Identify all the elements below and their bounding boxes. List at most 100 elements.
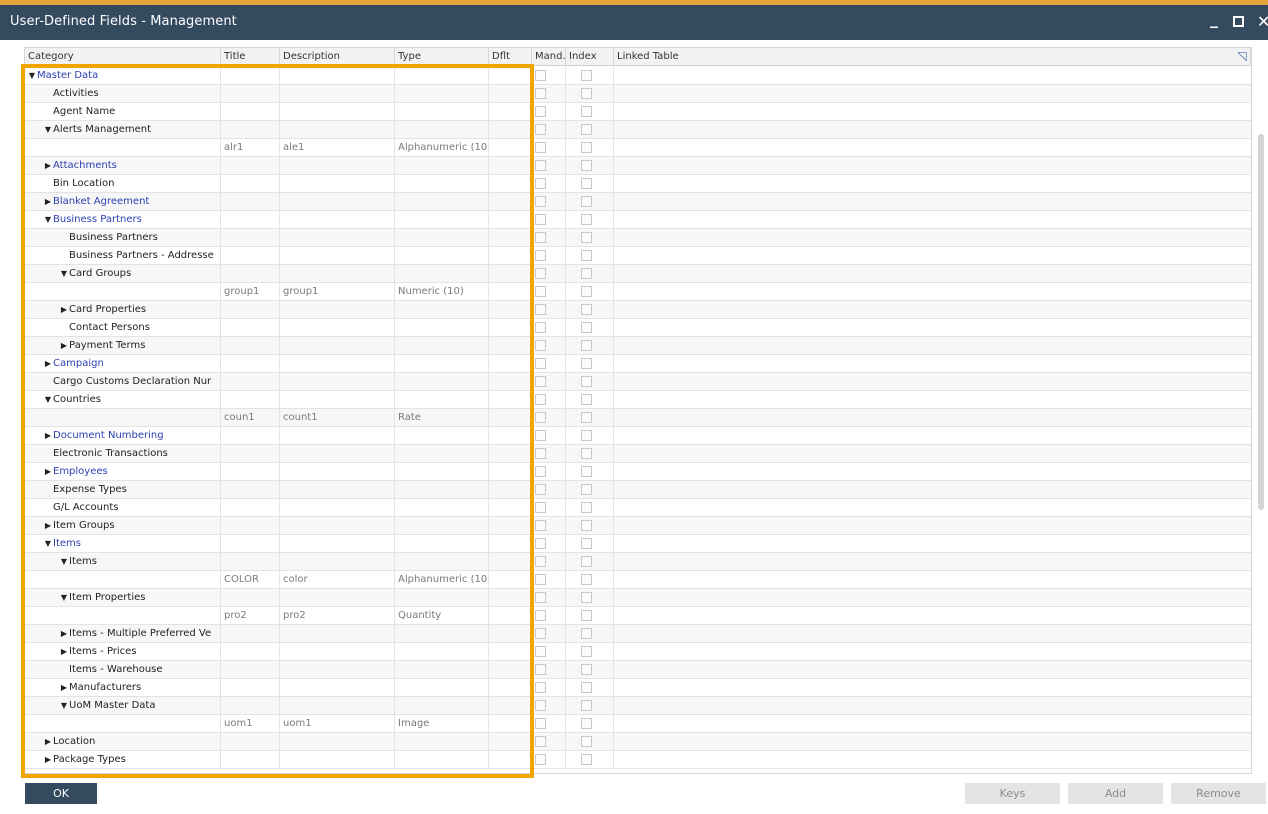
category-cell[interactable]: ▼ Countries [25, 391, 221, 409]
table-row[interactable]: pro2 pro2 Quantity [25, 607, 1251, 625]
index-checkbox[interactable] [581, 106, 592, 117]
mandatory-checkbox[interactable] [535, 286, 546, 297]
category-cell[interactable]: Business Partners - Addresse [25, 247, 221, 265]
table-row[interactable]: ▶ Campaign [25, 355, 1251, 373]
add-button[interactable]: Add [1068, 783, 1163, 804]
triangle-right-icon[interactable]: ▶ [43, 517, 53, 534]
table-row[interactable]: ▼ Countries [25, 391, 1251, 409]
category-cell[interactable]: ▶ Attachments [25, 157, 221, 175]
category-cell[interactable] [25, 571, 221, 589]
table-row[interactable]: ▶ Items - Multiple Preferred Ve [25, 625, 1251, 643]
category-cell[interactable]: ▶ Items - Multiple Preferred Ve [25, 625, 221, 643]
category-cell[interactable]: Electronic Transactions [25, 445, 221, 463]
table-row[interactable]: group1 group1 Numeric (10) [25, 283, 1251, 301]
mandatory-checkbox[interactable] [535, 754, 546, 765]
category-cell[interactable]: Activities [25, 85, 221, 103]
category-cell[interactable]: ▼ Items [25, 535, 221, 553]
triangle-right-icon[interactable]: ▶ [43, 463, 53, 480]
table-row[interactable]: Expense Types [25, 481, 1251, 499]
index-checkbox[interactable] [581, 700, 592, 711]
category-cell[interactable]: ▶ Document Numbering [25, 427, 221, 445]
category-cell[interactable]: ▶ Package Types [25, 751, 221, 769]
mandatory-checkbox[interactable] [535, 178, 546, 189]
mandatory-checkbox[interactable] [535, 196, 546, 207]
category-cell[interactable]: ▶ Campaign [25, 355, 221, 373]
mandatory-checkbox[interactable] [535, 214, 546, 225]
index-checkbox[interactable] [581, 736, 592, 747]
table-row[interactable]: alr1 ale1 Alphanumeric (10 [25, 139, 1251, 157]
index-checkbox[interactable] [581, 196, 592, 207]
category-cell[interactable]: ▶ Employees [25, 463, 221, 481]
mandatory-checkbox[interactable] [535, 250, 546, 261]
table-row[interactable]: ▶ Package Types [25, 751, 1251, 769]
index-checkbox[interactable] [581, 538, 592, 549]
vertical-scrollbar[interactable] [1258, 134, 1264, 510]
category-cell[interactable]: ▶ Location [25, 733, 221, 751]
mandatory-checkbox[interactable] [535, 574, 546, 585]
category-cell[interactable]: ▼ Card Groups [25, 265, 221, 283]
mandatory-checkbox[interactable] [535, 268, 546, 279]
minimize-icon[interactable]: _ [1210, 9, 1218, 28]
table-row[interactable]: ▶ Blanket Agreement [25, 193, 1251, 211]
triangle-right-icon[interactable]: ▶ [43, 157, 53, 174]
category-cell[interactable]: ▶ Blanket Agreement [25, 193, 221, 211]
category-cell[interactable]: ▼ Items [25, 553, 221, 571]
index-checkbox[interactable] [581, 268, 592, 279]
mandatory-checkbox[interactable] [535, 106, 546, 117]
triangle-right-icon[interactable]: ▶ [59, 301, 69, 318]
triangle-right-icon[interactable]: ▶ [43, 427, 53, 444]
index-checkbox[interactable] [581, 304, 592, 315]
mandatory-checkbox[interactable] [535, 556, 546, 567]
category-cell[interactable] [25, 715, 221, 733]
mandatory-checkbox[interactable] [535, 376, 546, 387]
triangle-down-icon[interactable]: ▼ [59, 553, 69, 570]
table-row[interactable]: Contact Persons [25, 319, 1251, 337]
mandatory-checkbox[interactable] [535, 682, 546, 693]
triangle-right-icon[interactable]: ▶ [59, 643, 69, 660]
index-checkbox[interactable] [581, 70, 592, 81]
table-row[interactable]: ▼ Master Data [25, 67, 1251, 85]
table-row[interactable]: coun1 count1 Rate [25, 409, 1251, 427]
mandatory-checkbox[interactable] [535, 664, 546, 675]
mandatory-checkbox[interactable] [535, 358, 546, 369]
header-linked-table[interactable]: Linked Table [614, 48, 1251, 66]
category-cell[interactable] [25, 607, 221, 625]
index-checkbox[interactable] [581, 88, 592, 99]
mandatory-checkbox[interactable] [535, 70, 546, 81]
index-checkbox[interactable] [581, 520, 592, 531]
index-checkbox[interactable] [581, 160, 592, 171]
mandatory-checkbox[interactable] [535, 520, 546, 531]
index-checkbox[interactable] [581, 574, 592, 585]
close-icon[interactable]: ✕ [1257, 12, 1268, 31]
triangle-right-icon[interactable]: ▶ [43, 193, 53, 210]
mandatory-checkbox[interactable] [535, 160, 546, 171]
index-checkbox[interactable] [581, 556, 592, 567]
mandatory-checkbox[interactable] [535, 394, 546, 405]
triangle-down-icon[interactable]: ▼ [43, 391, 53, 408]
table-row[interactable]: Agent Name [25, 103, 1251, 121]
category-cell[interactable]: ▼ UoM Master Data [25, 697, 221, 715]
remove-button[interactable]: Remove [1171, 783, 1266, 804]
category-cell[interactable]: ▶ Card Properties [25, 301, 221, 319]
table-row[interactable]: ▶ Manufacturers [25, 679, 1251, 697]
mandatory-checkbox[interactable] [535, 322, 546, 333]
triangle-right-icon[interactable]: ▶ [43, 751, 53, 768]
triangle-down-icon[interactable]: ▼ [59, 265, 69, 282]
index-checkbox[interactable] [581, 502, 592, 513]
index-checkbox[interactable] [581, 718, 592, 729]
index-checkbox[interactable] [581, 754, 592, 765]
category-cell[interactable]: G/L Accounts [25, 499, 221, 517]
index-checkbox[interactable] [581, 394, 592, 405]
table-row[interactable]: ▶ Card Properties [25, 301, 1251, 319]
table-row[interactable]: ▼ Alerts Management [25, 121, 1251, 139]
mandatory-checkbox[interactable] [535, 646, 546, 657]
table-row[interactable]: Business Partners - Addresse [25, 247, 1251, 265]
index-checkbox[interactable] [581, 142, 592, 153]
table-row[interactable]: ▶ Document Numbering [25, 427, 1251, 445]
mandatory-checkbox[interactable] [535, 610, 546, 621]
category-cell[interactable] [25, 283, 221, 301]
index-checkbox[interactable] [581, 250, 592, 261]
category-cell[interactable] [25, 139, 221, 157]
mandatory-checkbox[interactable] [535, 88, 546, 99]
mandatory-checkbox[interactable] [535, 232, 546, 243]
